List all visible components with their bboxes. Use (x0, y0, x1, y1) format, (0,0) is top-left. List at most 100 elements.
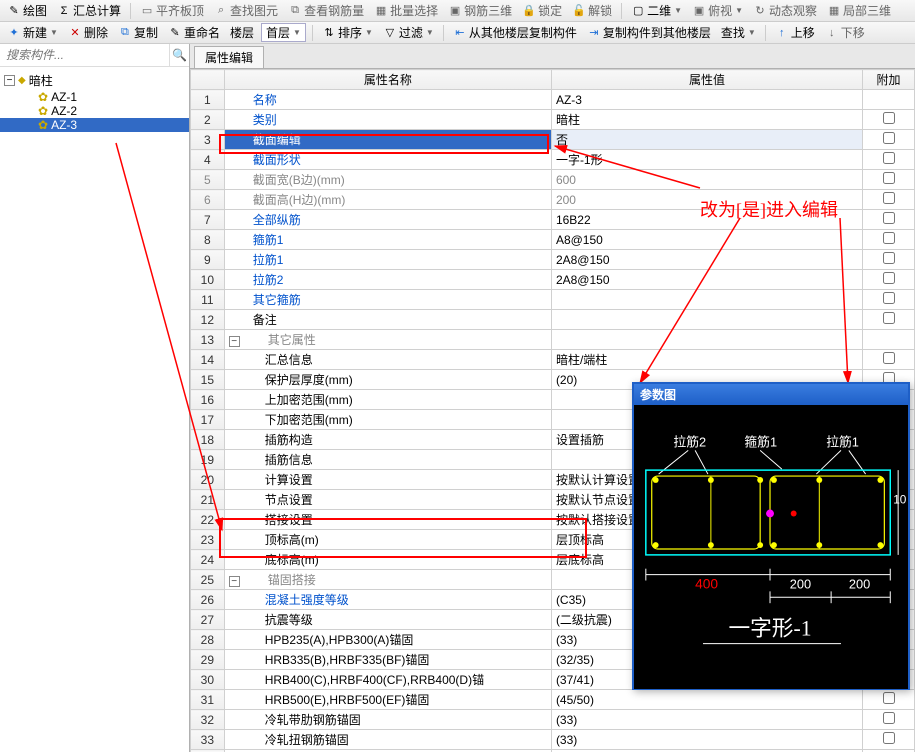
table-row[interactable]: 13−其它属性 (191, 330, 915, 350)
btn-filter[interactable]: ▽过滤▼ (380, 23, 437, 42)
prop-add-cell[interactable] (863, 310, 915, 330)
tab-property-edit[interactable]: 属性编辑 (194, 46, 264, 68)
btn-view-rebar[interactable]: ⧉查看钢筋量 (285, 1, 367, 20)
add-checkbox[interactable] (883, 192, 895, 204)
prop-add-cell[interactable] (863, 150, 915, 170)
table-row[interactable]: 8箍筋1A8@150 (191, 230, 915, 250)
btn-sum[interactable]: Σ汇总计算 (54, 1, 124, 20)
prop-value-cell[interactable] (551, 290, 862, 310)
table-row[interactable]: 3截面编辑否 (191, 130, 915, 150)
param-diagram-window[interactable]: 参数图 拉筋2 箍筋1 拉筋1 (632, 382, 910, 690)
table-row[interactable]: 5截面宽(B边)(mm)600 (191, 170, 915, 190)
table-row[interactable]: 2类别暗柱 (191, 110, 915, 130)
prop-add-cell[interactable] (863, 250, 915, 270)
table-row[interactable]: 9拉筋12A8@150 (191, 250, 915, 270)
table-row[interactable]: 31HRB500(E),HRBF500(EF)锚固(45/50) (191, 690, 915, 710)
tree-item-az1[interactable]: ✿ AZ-1 (0, 90, 189, 104)
prop-value-cell[interactable]: 2A8@150 (551, 250, 862, 270)
btn-copy-to[interactable]: ⇥复制构件到其他楼层 (584, 23, 714, 42)
collapse-icon[interactable]: − (229, 336, 240, 347)
btn-2d[interactable]: ▢二维▼ (628, 1, 685, 20)
btn-up[interactable]: ↑上移 (772, 23, 818, 42)
add-checkbox[interactable] (883, 692, 895, 704)
prop-value-cell[interactable]: (33) (551, 730, 862, 750)
btn-new[interactable]: ✦新建▼ (4, 23, 61, 42)
prop-add-cell[interactable] (863, 730, 915, 750)
btn-lock[interactable]: 🔒锁定 (519, 1, 565, 20)
btn-draw[interactable]: ✎绘图 (4, 1, 50, 20)
table-row[interactable]: 11其它箍筋 (191, 290, 915, 310)
btn-down[interactable]: ↓下移 (822, 23, 868, 42)
prop-value-cell[interactable]: 否 (551, 130, 862, 150)
prop-add-cell[interactable] (863, 190, 915, 210)
tree-item-az3[interactable]: ✿ AZ-3 (0, 118, 189, 132)
search-button[interactable]: 🔍 (169, 44, 189, 66)
prop-add-cell[interactable] (863, 270, 915, 290)
collapse-icon[interactable]: − (229, 576, 240, 587)
dd-floor[interactable]: 首层▼ (261, 23, 306, 42)
search-input[interactable] (0, 44, 169, 66)
prop-value-cell[interactable]: (45/50) (551, 690, 862, 710)
btn-unlock[interactable]: 🔓解锁 (569, 1, 615, 20)
prop-add-cell[interactable] (863, 350, 915, 370)
btn-rebar-3d[interactable]: ▣钢筋三维 (445, 1, 515, 20)
add-checkbox[interactable] (883, 252, 895, 264)
btn-floor[interactable]: 楼层 (227, 23, 257, 42)
table-row[interactable]: 4截面形状一字-1形 (191, 150, 915, 170)
prop-add-cell[interactable] (863, 210, 915, 230)
add-checkbox[interactable] (883, 172, 895, 184)
prop-value-cell[interactable] (551, 310, 862, 330)
add-checkbox[interactable] (883, 112, 895, 124)
btn-batch-sel[interactable]: ▦批量选择 (371, 1, 441, 20)
prop-value-cell[interactable] (551, 330, 862, 350)
prop-value-cell[interactable]: 暗柱/端柱 (551, 350, 862, 370)
prop-add-cell[interactable] (863, 130, 915, 150)
prop-add-cell[interactable] (863, 110, 915, 130)
table-row[interactable]: 32冷轧带肋钢筋锚固(33) (191, 710, 915, 730)
tree-item-az2[interactable]: ✿ AZ-2 (0, 104, 189, 118)
prop-add-cell[interactable] (863, 230, 915, 250)
add-checkbox[interactable] (883, 352, 895, 364)
prop-add-cell[interactable] (863, 290, 915, 310)
table-row[interactable]: 33冷轧扭钢筋锚固(33) (191, 730, 915, 750)
btn-orbit[interactable]: ↻动态观察 (750, 1, 820, 20)
prop-value-cell[interactable]: (33) (551, 710, 862, 730)
tree-root[interactable]: − ◆ 暗柱 (0, 71, 189, 90)
btn-delete[interactable]: ✕删除 (65, 23, 111, 42)
btn-sort[interactable]: ⇅排序▼ (319, 23, 376, 42)
btn-find-elem[interactable]: ⌕查找图元 (211, 1, 281, 20)
prop-add-cell[interactable] (863, 330, 915, 350)
add-checkbox[interactable] (883, 152, 895, 164)
add-checkbox[interactable] (883, 272, 895, 284)
add-checkbox[interactable] (883, 232, 895, 244)
btn-copy[interactable]: ⧉复制 (115, 23, 161, 42)
table-row[interactable]: 12备注 (191, 310, 915, 330)
table-row[interactable]: 1名称AZ-3 (191, 90, 915, 110)
collapse-icon[interactable]: − (4, 75, 15, 86)
btn-align-top[interactable]: ▭平齐板顶 (137, 1, 207, 20)
table-row[interactable]: 10拉筋22A8@150 (191, 270, 915, 290)
btn-local-3d[interactable]: ▦局部三维 (824, 1, 894, 20)
add-checkbox[interactable] (883, 292, 895, 304)
btn-rename[interactable]: ✎重命名 (165, 23, 223, 42)
add-checkbox[interactable] (883, 712, 895, 724)
prop-value-cell[interactable]: 600 (551, 170, 862, 190)
prop-value-cell[interactable]: A8@150 (551, 230, 862, 250)
add-checkbox[interactable] (883, 312, 895, 324)
add-checkbox[interactable] (883, 212, 895, 224)
prop-add-cell[interactable] (863, 90, 915, 110)
prop-value-cell[interactable]: 2A8@150 (551, 270, 862, 290)
prop-value-cell[interactable]: 暗柱 (551, 110, 862, 130)
btn-find[interactable]: 查找▼ (718, 23, 759, 42)
prop-add-cell[interactable] (863, 170, 915, 190)
prop-value-cell[interactable]: 一字-1形 (551, 150, 862, 170)
table-row[interactable]: 14汇总信息暗柱/端柱 (191, 350, 915, 370)
btn-copy-from[interactable]: ⇤从其他楼层复制构件 (450, 23, 580, 42)
param-window-title[interactable]: 参数图 (634, 384, 908, 405)
btn-persp[interactable]: ▣俯视▼ (689, 1, 746, 20)
prop-value-cell[interactable]: AZ-3 (551, 90, 862, 110)
add-checkbox[interactable] (883, 732, 895, 744)
add-checkbox[interactable] (883, 132, 895, 144)
prop-add-cell[interactable] (863, 710, 915, 730)
prop-add-cell[interactable] (863, 690, 915, 710)
